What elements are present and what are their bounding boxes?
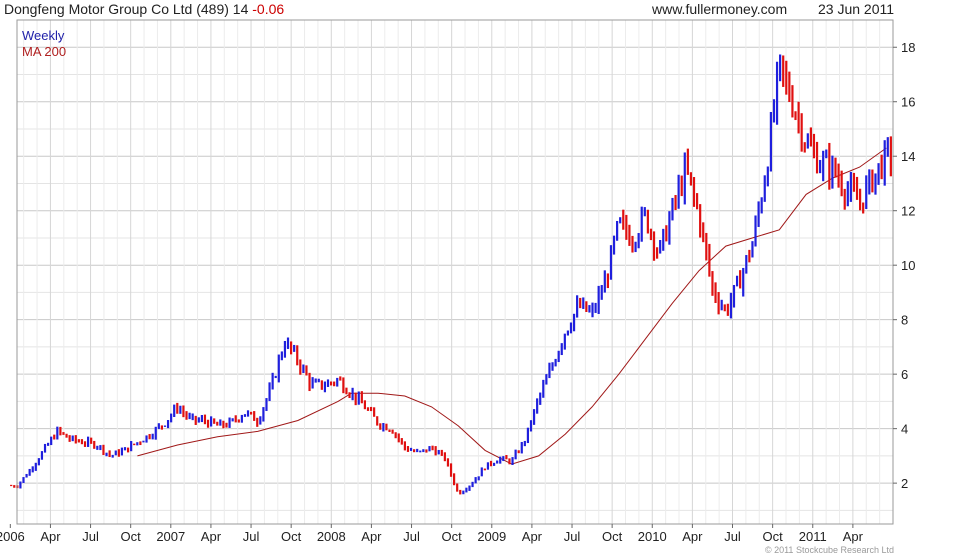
x-tick-label: Apr [40, 529, 61, 544]
x-tick-label: Jul [243, 529, 260, 544]
x-tick-label: Jul [82, 529, 99, 544]
x-tick-label: Apr [361, 529, 382, 544]
x-tick-label: Apr [201, 529, 222, 544]
x-tick-label: Oct [121, 529, 142, 544]
x-tick-label: Oct [442, 529, 463, 544]
ma-200-layer [137, 147, 887, 465]
y-tick-label: 4 [901, 422, 908, 437]
x-tick-label: Jul [724, 529, 741, 544]
x-tick-label: Oct [763, 529, 784, 544]
x-tick-label: Apr [522, 529, 543, 544]
x-tick-label: 2008 [317, 529, 346, 544]
y-tick-label: 16 [901, 95, 915, 110]
chart-title-line: Dongfeng Motor Group Co Ltd (489) 14 -0.… [4, 1, 284, 17]
x-tick-label: Jul [564, 529, 581, 544]
y-tick-label: 10 [901, 258, 915, 273]
y-tick-label: 6 [901, 367, 908, 382]
y-tick-label: 14 [901, 149, 915, 164]
legend-weekly: Weekly [22, 28, 65, 43]
price-change: -0.06 [252, 1, 285, 17]
y-tick-label: 18 [901, 40, 915, 55]
x-tick-label: 2009 [477, 529, 506, 544]
x-tick-label: Oct [281, 529, 302, 544]
ma-200-line [137, 147, 887, 465]
x-tick-label: 2007 [156, 529, 185, 544]
y-tick-label: 12 [901, 204, 915, 219]
x-tick-label: 2006 [0, 529, 25, 544]
copyright-footer: © 2011 Stockcube Research Ltd [764, 545, 894, 555]
chart-grid [17, 20, 894, 524]
price-chart: 2 4 6 8 10 12 14 16 18 2006 Apr Jul Oct 2007 Apr Jul Oct… [0, 19, 915, 544]
site-link[interactable]: www.fullermoney.com [652, 1, 787, 17]
x-tick-label: Apr [682, 529, 703, 544]
x-tick-label: 2011 [799, 529, 827, 544]
plot-frame [16, 19, 894, 525]
y-tick-label: 2 [901, 476, 908, 491]
y-tick-label: 8 [901, 313, 908, 328]
x-tick-label: Jul [403, 529, 420, 544]
x-tick-label: Apr [843, 529, 864, 544]
chart-date: 23 Jun 2011 [818, 1, 895, 17]
x-tick-label: 2010 [638, 529, 667, 544]
x-tick-label: Oct [602, 529, 623, 544]
chart-title: Dongfeng Motor Group Co Ltd (489) 14 [4, 1, 249, 17]
legend-ma200: MA 200 [22, 44, 67, 59]
